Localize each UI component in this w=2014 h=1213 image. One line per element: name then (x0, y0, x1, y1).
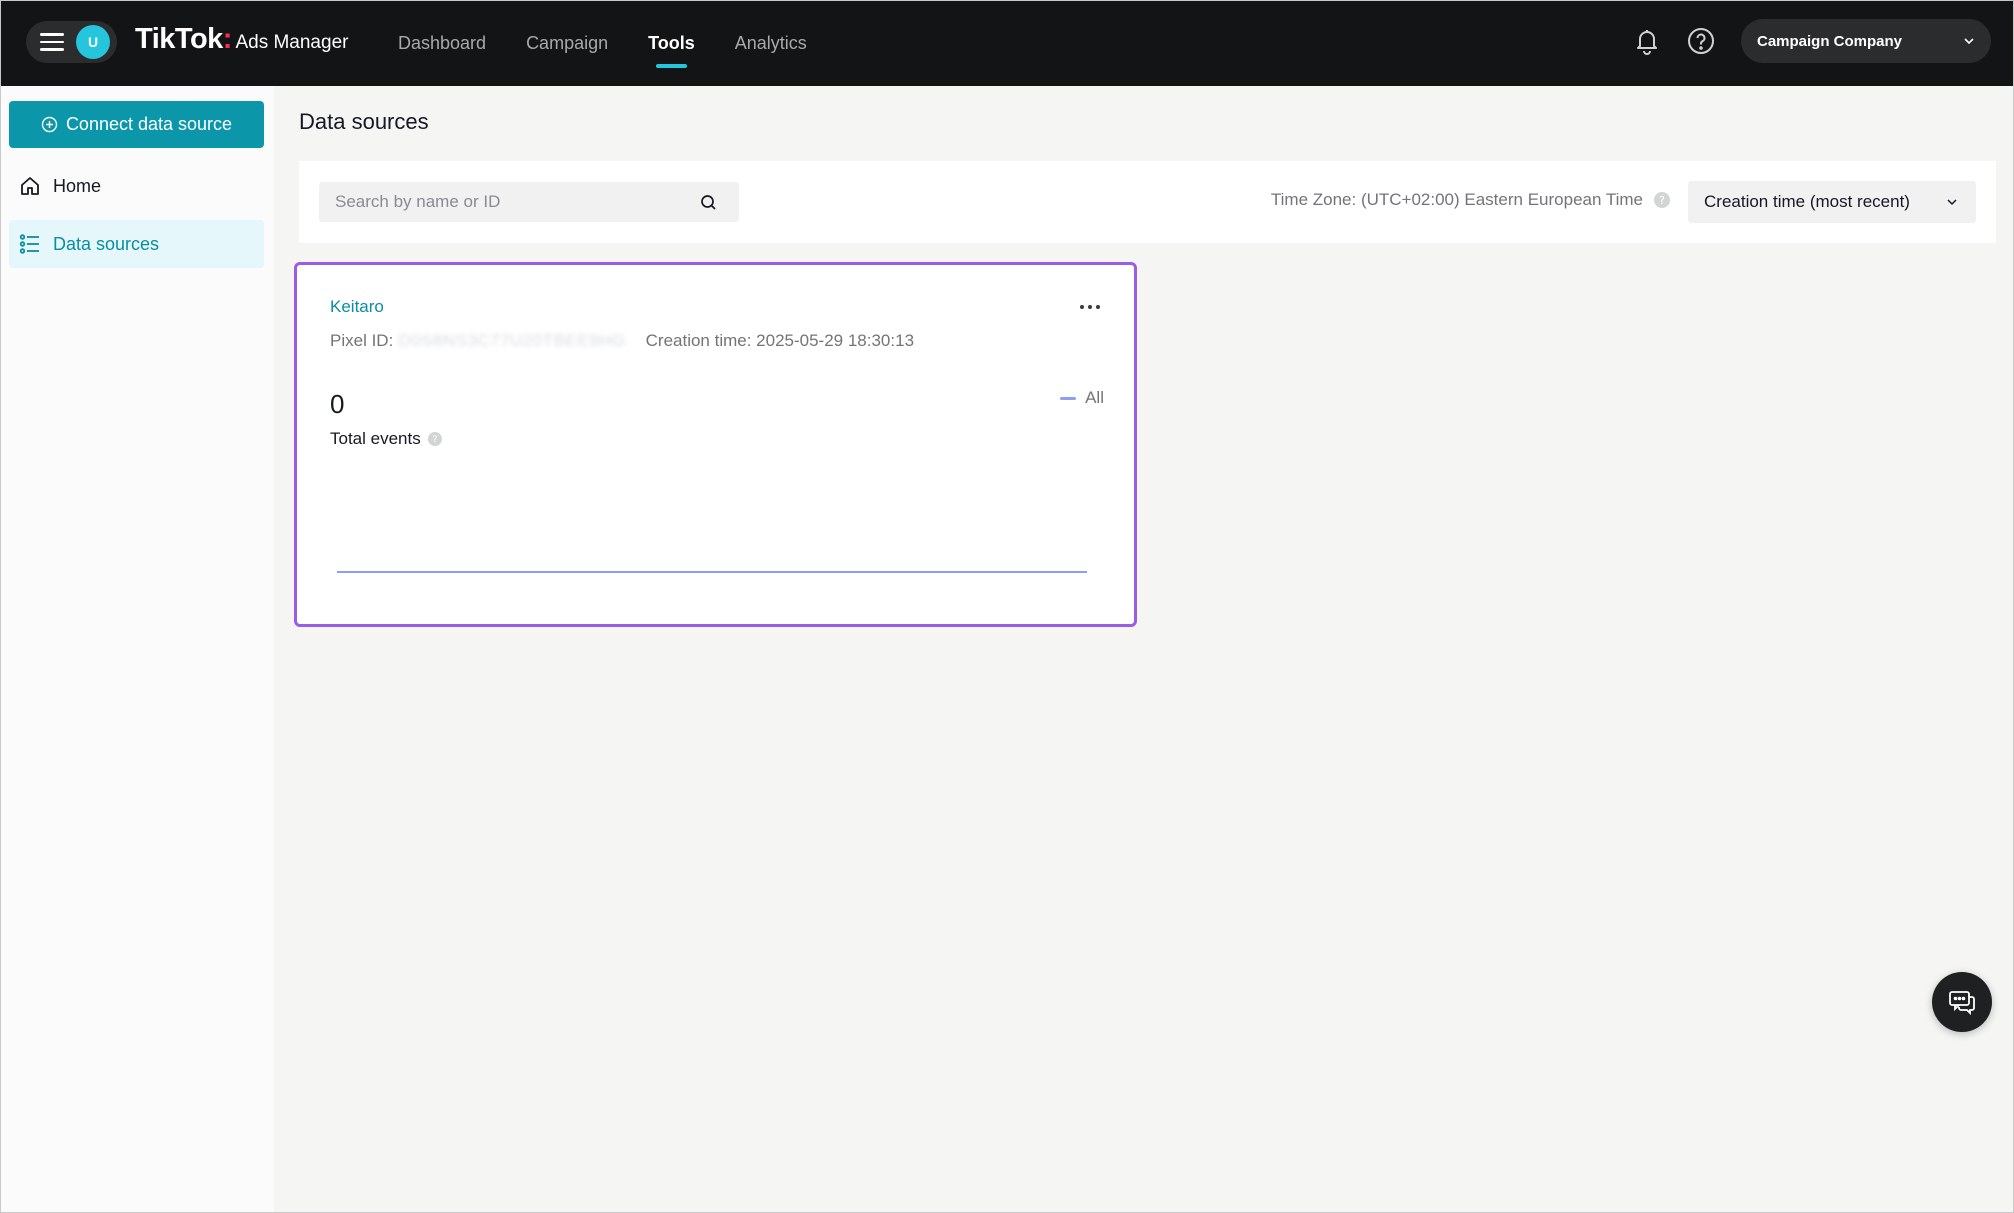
filter-toolbar: Time Zone: (UTC+02:00) Eastern European … (299, 161, 1996, 243)
account-name: Campaign Company (1757, 32, 1903, 50)
sidebar-item-label: Home (53, 175, 102, 196)
top-bar: U TikTok : Ads Manager Dashboard Campaig… (1, 1, 2013, 86)
nav-campaign[interactable]: Campaign (526, 1, 608, 86)
total-events-label-wrap: Total events ? (330, 429, 443, 449)
main-nav: Dashboard Campaign Tools Analytics (398, 1, 847, 86)
search-icon[interactable] (700, 194, 717, 211)
creation-time: Creation time: 2025-05-29 18:30:13 (645, 331, 915, 350)
sidebar-item-home[interactable]: Home (9, 162, 264, 210)
pixel-id-value: D0S8NS3C77U20TBEE9HG (398, 331, 626, 350)
total-events-count: 0 (330, 389, 345, 419)
chart-legend: All (1060, 388, 1104, 408)
nav-analytics[interactable]: Analytics (735, 1, 807, 86)
search-input[interactable] (319, 183, 679, 221)
menu-icon[interactable] (40, 33, 64, 51)
brand-name: TikTok (135, 23, 223, 55)
connect-button-label: Connect data source (65, 114, 233, 134)
sidebar-item-label: Data sources (53, 233, 160, 254)
nav-dashboard[interactable]: Dashboard (398, 1, 486, 86)
avatar[interactable]: U (76, 25, 110, 59)
chat-button[interactable] (1932, 972, 1992, 1032)
card-meta: Pixel ID: D0S8NS3C77U20TBEE9HG Creation … (330, 331, 914, 351)
menu-toggle[interactable]: U (26, 21, 117, 63)
legend-label: All (1085, 388, 1104, 407)
timezone-info: Time Zone: (UTC+02:00) Eastern European … (1271, 190, 1671, 210)
list-icon (19, 234, 39, 254)
total-events-label: Total events (330, 429, 421, 448)
chevron-down-icon (1964, 38, 1974, 45)
nav-tools[interactable]: Tools (648, 1, 695, 86)
data-source-card[interactable]: Keitaro Pixel ID: D0S8NS3C77U20TBEE9HG C… (294, 262, 1137, 627)
plus-circle-icon (41, 116, 58, 133)
account-switcher[interactable]: Campaign Company (1741, 19, 1991, 63)
timezone-label: Time Zone: (UTC+02:00) Eastern European … (1270, 190, 1643, 209)
home-icon (21, 177, 39, 195)
sidebar-item-data-sources[interactable]: Data sources (9, 220, 264, 268)
sort-selected: Creation time (most recent) (1704, 192, 1910, 211)
pixel-id-label: Pixel ID: (330, 331, 394, 350)
search-box (319, 182, 739, 222)
data-source-name[interactable]: Keitaro (330, 297, 384, 317)
more-options-icon[interactable] (1078, 303, 1102, 311)
legend-swatch (1060, 396, 1077, 400)
events-chart (337, 571, 1087, 573)
sidebar: Connect data source Home Data sources (1, 86, 274, 1212)
help-icon[interactable]: ? (1653, 191, 1671, 209)
brand-logo[interactable]: TikTok : Ads Manager (135, 23, 348, 56)
svg-text:?: ? (432, 435, 437, 446)
app-window: U TikTok : Ads Manager Dashboard Campaig… (0, 0, 2014, 1213)
help-icon[interactable]: ? (427, 431, 443, 447)
brand-product: Ads Manager (235, 32, 349, 53)
chat-icon (1949, 991, 1975, 1016)
page-title: Data sources (299, 109, 429, 134)
help-icon[interactable] (1685, 25, 1717, 57)
chevron-down-icon (1947, 199, 1957, 206)
bell-icon[interactable] (1631, 25, 1663, 57)
svg-text:?: ? (1659, 194, 1665, 207)
sort-select[interactable]: Creation time (most recent) (1688, 181, 1976, 223)
brand-separator: : (222, 23, 233, 55)
connect-data-source-button[interactable]: Connect data source (9, 101, 264, 148)
